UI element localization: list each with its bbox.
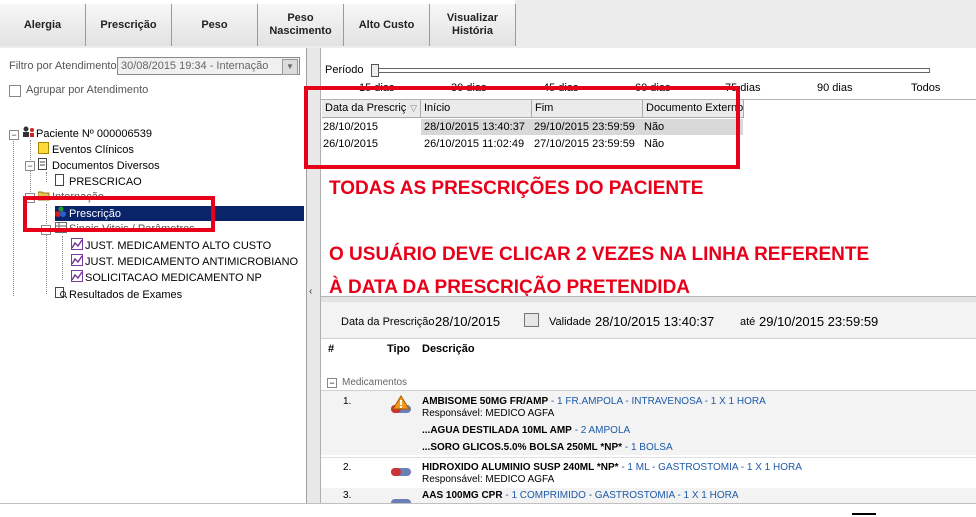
med-sub-name: ...AGUA DESTILADA 10ML AMP bbox=[422, 425, 572, 436]
group-by-attendance-label: Agrupar por Atendimento bbox=[26, 84, 149, 96]
chevron-down-icon[interactable]: ▼ bbox=[282, 59, 298, 75]
status-indicator bbox=[852, 513, 876, 515]
tree-line bbox=[46, 172, 47, 182]
right-panel: Período 15 dias 30 dias 45 dias 60 dias … bbox=[304, 48, 976, 507]
period-tick: 90 dias bbox=[817, 82, 853, 94]
med-number: 1. bbox=[343, 396, 352, 407]
validity-start: 28/10/2015 13:40:37 bbox=[595, 314, 715, 329]
med-number: 2. bbox=[343, 462, 352, 473]
validity-label: Validade bbox=[549, 316, 591, 328]
chart-doc-icon bbox=[71, 254, 83, 266]
status-bar bbox=[0, 503, 976, 517]
collapse-toggle[interactable]: − bbox=[9, 130, 19, 140]
med-detail: - 1 ML - GASTROSTOMIA - 1 X 1 HORA bbox=[621, 462, 802, 473]
period-slider-track[interactable] bbox=[373, 68, 930, 73]
weight-button[interactable]: Peso bbox=[172, 4, 258, 46]
allergy-button[interactable]: Alergia bbox=[0, 4, 86, 46]
patient-icon bbox=[22, 126, 34, 137]
chart-doc-icon bbox=[71, 238, 83, 250]
tree-item-documents[interactable]: Documentos Diversos bbox=[38, 158, 160, 173]
validity-end: 29/10/2015 23:59:59 bbox=[759, 314, 879, 329]
group-by-attendance-checkbox[interactable] bbox=[9, 85, 21, 97]
med-sub-name: ...SORO GLICOS.5.0% BOLSA 250ML *NP* bbox=[422, 442, 623, 453]
period-slider-thumb[interactable] bbox=[371, 64, 379, 77]
tree-patient[interactable]: Paciente Nº 000006539 bbox=[22, 126, 152, 141]
column-number: # bbox=[328, 343, 335, 355]
tree-item-solicitacao-np[interactable]: SOLICITACAO MEDICAMENTO NP bbox=[71, 270, 262, 285]
tree-item-exam-results[interactable]: Resultados de Exames bbox=[55, 287, 182, 302]
tree-item-clinical-events[interactable]: Eventos Clínicos bbox=[38, 142, 134, 157]
period-label: Período bbox=[325, 64, 364, 76]
chevron-left-icon[interactable]: ‹ bbox=[309, 286, 312, 297]
annotation-line-2: O USUÁRIO DEVE CLICAR 2 VEZES NA LINHA R… bbox=[329, 244, 870, 265]
document-icon bbox=[55, 174, 66, 186]
tree-line bbox=[62, 236, 63, 280]
attendance-filter-value: 30/08/2015 19:34 - Internação bbox=[121, 60, 269, 72]
med-name: HIDROXIDO ALUMINIO SUSP 240ML *NP* bbox=[422, 462, 619, 473]
warning-pill-icon bbox=[389, 395, 413, 420]
view-history-button[interactable]: Visualizar História bbox=[430, 4, 516, 46]
document-icon bbox=[38, 158, 49, 170]
attendance-filter-select[interactable]: 30/08/2015 19:34 - Internação ▼ bbox=[117, 57, 300, 75]
med-responsible: Responsável: MEDICO AGFA bbox=[422, 408, 555, 419]
tree-item-prescricao-doc[interactable]: PRESCRICAO bbox=[55, 174, 142, 189]
annotation-line-1: TODAS AS PRESCRIÇÕES DO PACIENTE bbox=[329, 178, 704, 199]
medication-row[interactable]: 3. AAS 100MG CPR - 1 COMPRIMIDO - GASTRO… bbox=[321, 488, 976, 507]
pill-icon bbox=[389, 465, 413, 482]
detail-header: Data da Prescrição 28/10/2015 Validade 2… bbox=[321, 302, 976, 339]
grid-highlight-box bbox=[304, 86, 740, 169]
toolbar: Alergia Prescrição Peso Peso Nascimento … bbox=[0, 0, 976, 49]
collapse-toggle[interactable]: − bbox=[25, 161, 35, 171]
column-type: Tipo bbox=[387, 343, 411, 355]
med-responsible: Responsável: MEDICO AGFA bbox=[422, 474, 555, 485]
high-cost-button[interactable]: Alto Custo bbox=[344, 4, 430, 46]
birth-weight-button[interactable]: Peso Nascimento bbox=[258, 4, 344, 46]
collapse-toggle[interactable]: − bbox=[327, 378, 337, 388]
prescription-date-value: 28/10/2015 bbox=[435, 314, 501, 329]
med-number: 3. bbox=[343, 490, 352, 501]
med-sub-detail: - 1 BOLSA bbox=[624, 442, 673, 453]
search-doc-icon bbox=[55, 287, 68, 299]
tree-item-just-antimicrobiano[interactable]: JUST. MEDICAMENTO ANTIMICROBIANO bbox=[71, 254, 298, 269]
section-medications: Medicamentos bbox=[342, 377, 408, 388]
med-name: AMBISOME 50MG FR/AMP bbox=[422, 396, 549, 407]
prescription-button[interactable]: Prescrição bbox=[86, 4, 172, 46]
clinical-events-icon bbox=[38, 142, 49, 154]
med-sub-detail: - 2 AMPOLA bbox=[574, 425, 631, 436]
tree-item-just-alto-custo[interactable]: JUST. MEDICAMENTO ALTO CUSTO bbox=[71, 238, 271, 253]
med-detail: - 1 FR.AMPOLA - INTRAVENOSA - 1 X 1 HORA bbox=[550, 396, 766, 407]
left-panel: Filtro por Atendimento: 30/08/2015 19:34… bbox=[0, 48, 307, 503]
prescription-highlight-box bbox=[23, 196, 215, 232]
filter-label: Filtro por Atendimento: bbox=[9, 60, 120, 72]
period-tick: Todos bbox=[911, 82, 941, 94]
med-name: AAS 100MG CPR bbox=[422, 490, 503, 501]
tree-line bbox=[13, 138, 14, 296]
med-detail: - 1 COMPRIMIDO - GASTROSTOMIA - 1 X 1 HO… bbox=[505, 490, 739, 501]
calendar-icon[interactable] bbox=[524, 313, 539, 327]
chart-doc-icon bbox=[71, 270, 83, 282]
prescription-date-label: Data da Prescrição bbox=[341, 316, 435, 328]
medication-row[interactable]: 2. HIDROXIDO ALUMINIO SUSP 240ML *NP* - … bbox=[321, 457, 976, 488]
until-label: até bbox=[740, 316, 756, 328]
medication-row[interactable]: 1. AMBISOME 50MG FR/AMP - 1 FR.AMPOLA - … bbox=[321, 391, 976, 455]
column-description: Descrição bbox=[422, 343, 475, 355]
